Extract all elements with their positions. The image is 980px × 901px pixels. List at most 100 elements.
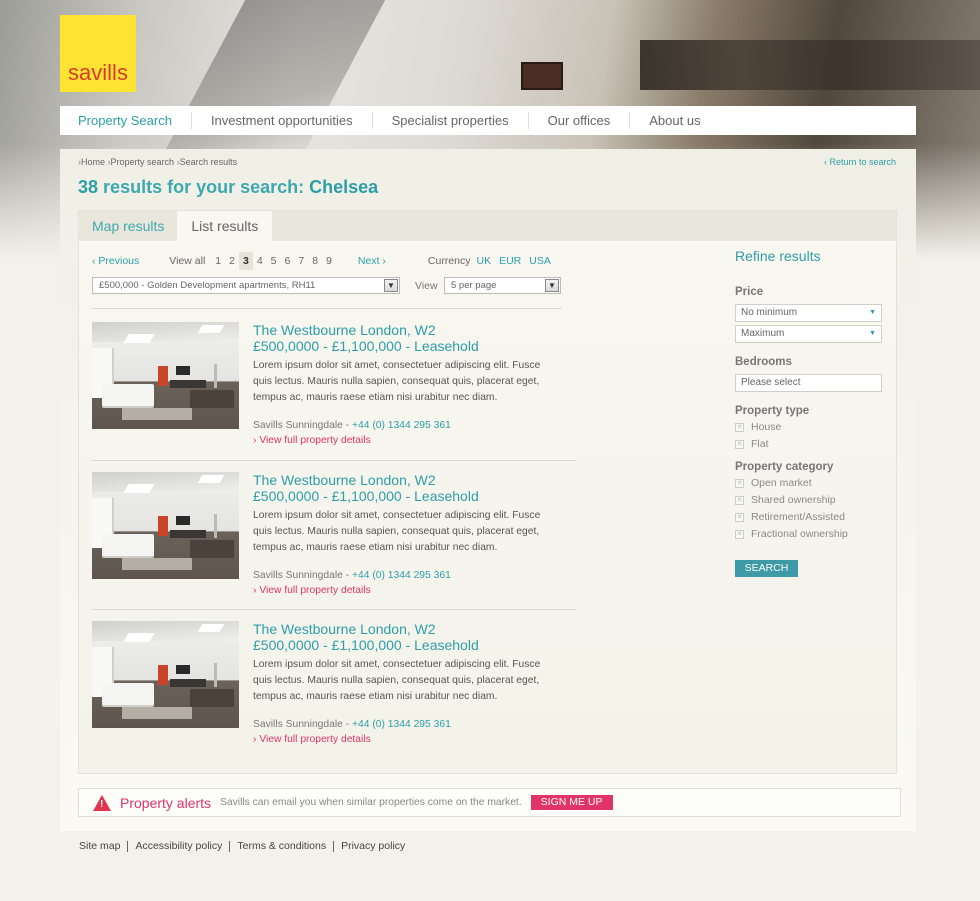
property-photo[interactable] bbox=[92, 472, 239, 579]
bedrooms-select[interactable]: Please select bbox=[735, 374, 882, 392]
listing-description: Lorem ipsum dolor sit amet, consectetuer… bbox=[253, 659, 541, 702]
page-link-3[interactable]: 3 bbox=[238, 252, 253, 270]
agent-phone[interactable]: +44 (0) 1344 295 361 bbox=[352, 719, 451, 730]
breadcrumb: ›Home ›Property search ›Search results bbox=[78, 157, 237, 167]
chevron-left-icon: ‹ bbox=[92, 255, 96, 267]
tab-list-results[interactable]: List results bbox=[177, 211, 273, 241]
footer-site-map[interactable]: Site map bbox=[79, 841, 127, 852]
listing-agent: Savills Sunningdale - +44 (0) 1344 295 3… bbox=[253, 570, 451, 581]
price-min-select[interactable]: No minimum ▼ bbox=[735, 304, 882, 322]
breadcrumb-property-search[interactable]: Property search bbox=[111, 157, 175, 167]
page-title: 38 results for your search: Chelsea bbox=[78, 177, 378, 198]
view-label: View bbox=[415, 280, 438, 292]
previous-page-link[interactable]: ‹ Previous bbox=[92, 255, 139, 267]
search-query: Chelsea bbox=[309, 177, 379, 197]
return-to-search-link[interactable]: ‹ Return to search bbox=[824, 157, 896, 167]
checkbox-house[interactable]: ✕ House bbox=[735, 421, 781, 433]
listing-title[interactable]: The Westbourne London, W2 bbox=[253, 472, 436, 488]
view-all-link[interactable]: View all bbox=[169, 255, 205, 267]
page-link-6[interactable]: 6 bbox=[281, 255, 295, 267]
nav-about-us[interactable]: About us bbox=[630, 112, 719, 129]
view-details-label: View full property details bbox=[259, 585, 371, 596]
checkbox-label: Shared ownership bbox=[751, 494, 836, 506]
bedrooms-value: Please select bbox=[741, 377, 801, 388]
listing-title[interactable]: The Westbourne London, W2 bbox=[253, 322, 436, 338]
view-details-link[interactable]: › View full property details bbox=[253, 435, 371, 446]
listing-description: Lorem ipsum dolor sit amet, consectetuer… bbox=[253, 510, 541, 553]
checkbox-label: Flat bbox=[751, 438, 769, 450]
alerts-title: Property alerts bbox=[120, 794, 212, 811]
listing-description: Lorem ipsum dolor sit amet, consectetuer… bbox=[253, 360, 541, 403]
page-link-5[interactable]: 5 bbox=[267, 255, 281, 267]
alerts-text: Savills can email you when similar prope… bbox=[220, 797, 522, 808]
checkbox-icon: ✕ bbox=[735, 529, 744, 539]
footer-accessibility-policy[interactable]: Accessibility policy bbox=[127, 841, 229, 852]
checkbox-flat[interactable]: ✕ Flat bbox=[735, 438, 769, 450]
page-link-8[interactable]: 8 bbox=[308, 255, 322, 267]
view-details-link[interactable]: › View full property details bbox=[253, 734, 371, 745]
previous-label: Previous bbox=[98, 255, 140, 267]
nav-investment-opportunities[interactable]: Investment opportunities bbox=[192, 112, 373, 129]
nav-our-offices[interactable]: Our offices bbox=[529, 112, 631, 129]
agent-phone[interactable]: +44 (0) 1344 295 361 bbox=[352, 420, 451, 431]
search-button[interactable]: SEARCH bbox=[735, 560, 798, 577]
development-select[interactable]: £500,000 - Golden Development apartments… bbox=[92, 277, 400, 294]
breadcrumb-home[interactable]: Home bbox=[81, 157, 105, 167]
checkbox-icon: ✕ bbox=[735, 478, 744, 488]
page-link-9[interactable]: 9 bbox=[322, 255, 336, 267]
checkbox-icon: ✕ bbox=[735, 422, 744, 432]
main-nav: Property Search Investment opportunities… bbox=[60, 106, 916, 135]
listing-item: The Westbourne London, W2 £500,0000 - £1… bbox=[92, 322, 577, 452]
sign-me-up-button[interactable]: SIGN ME UP bbox=[530, 795, 613, 810]
property-photo[interactable] bbox=[92, 322, 239, 429]
return-to-search-label: Return to search bbox=[829, 157, 896, 167]
listing-title[interactable]: The Westbourne London, W2 bbox=[253, 621, 436, 637]
page-link-1[interactable]: 1 bbox=[211, 255, 225, 267]
checkbox-shared-ownership[interactable]: ✕ Shared ownership bbox=[735, 494, 836, 506]
view-details-link[interactable]: › View full property details bbox=[253, 585, 371, 596]
property-photo[interactable] bbox=[92, 621, 239, 728]
listing-item: The Westbourne London, W2 £500,0000 - £1… bbox=[92, 472, 577, 602]
currency-eur[interactable]: EUR bbox=[499, 255, 521, 267]
per-page-select-value: 5 per page bbox=[451, 280, 497, 291]
chevron-down-icon: ▼ bbox=[384, 279, 398, 292]
savills-logo[interactable]: savills bbox=[60, 15, 136, 92]
view-details-label: View full property details bbox=[259, 435, 371, 446]
caret-down-icon: ▼ bbox=[869, 309, 876, 316]
per-page-select[interactable]: 5 per page ▼ bbox=[444, 277, 561, 294]
agent-name: Savills Sunningdale - bbox=[253, 719, 353, 730]
checkbox-label: House bbox=[751, 421, 782, 433]
tab-map-results[interactable]: Map results bbox=[79, 211, 177, 241]
price-label: Price bbox=[735, 286, 764, 298]
pagination: ‹ Previous View all 1 2 3 4 5 6 7 8 9 Ne… bbox=[92, 252, 559, 270]
checkbox-label: Fractional ownership bbox=[751, 528, 848, 540]
page-link-4[interactable]: 4 bbox=[253, 255, 267, 267]
checkbox-icon: ✕ bbox=[735, 495, 744, 505]
results-text: results for your search: bbox=[103, 177, 305, 197]
nav-property-search[interactable]: Property Search bbox=[60, 112, 192, 129]
page-link-7[interactable]: 7 bbox=[294, 255, 308, 267]
development-select-value: £500,000 - Golden Development apartments… bbox=[99, 280, 316, 291]
checkbox-fractional-ownership[interactable]: ✕ Fractional ownership bbox=[735, 528, 848, 540]
price-max-select[interactable]: Maximum ▼ bbox=[735, 325, 882, 343]
currency-uk[interactable]: UK bbox=[477, 255, 492, 267]
currency-usa[interactable]: USA bbox=[529, 255, 551, 267]
chevron-right-icon: › bbox=[382, 255, 386, 267]
next-page-link[interactable]: Next › bbox=[358, 255, 386, 267]
agent-phone[interactable]: +44 (0) 1344 295 361 bbox=[352, 570, 451, 581]
chevron-right-icon: › bbox=[253, 585, 257, 596]
listing-price: £500,0000 - £1,100,000 - Leasehold bbox=[253, 488, 479, 504]
divider bbox=[92, 609, 576, 610]
property-category-label: Property category bbox=[735, 461, 834, 473]
listing-price: £500,0000 - £1,100,000 - Leasehold bbox=[253, 637, 479, 653]
footer-terms-conditions[interactable]: Terms & conditions bbox=[229, 841, 333, 852]
property-alerts-bar: ! Property alerts Savills can email you … bbox=[78, 788, 901, 817]
footer-privacy-policy[interactable]: Privacy policy bbox=[333, 841, 412, 852]
checkbox-open-market[interactable]: ✕ Open market bbox=[735, 477, 812, 489]
property-type-label: Property type bbox=[735, 405, 810, 417]
next-label: Next bbox=[357, 255, 380, 267]
checkbox-retirement[interactable]: ✕ Retirement/Assisted bbox=[735, 511, 845, 523]
page-link-2[interactable]: 2 bbox=[225, 255, 239, 267]
chevron-down-icon: ▼ bbox=[545, 279, 559, 292]
nav-specialist-properties[interactable]: Specialist properties bbox=[373, 112, 529, 129]
